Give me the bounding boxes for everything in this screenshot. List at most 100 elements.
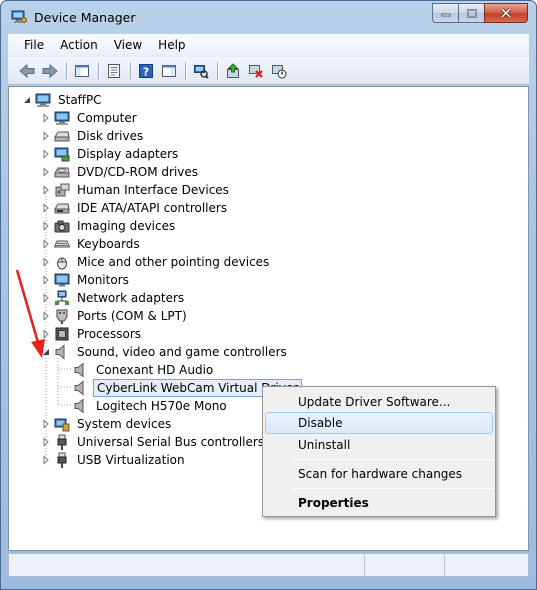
uninstall-icon bbox=[249, 64, 263, 78]
optical-drive-icon bbox=[54, 167, 70, 178]
tree-item-label: Display adapters bbox=[77, 147, 179, 161]
minimize-button[interactable] bbox=[432, 3, 458, 23]
collapsed-arrow-icon bbox=[43, 419, 49, 429]
tree-root[interactable]: StaffPC bbox=[9, 91, 528, 109]
tree-item-label: IDE ATA/ATAPI controllers bbox=[77, 201, 228, 215]
mouse-icon bbox=[57, 257, 67, 270]
usb-plug-icon bbox=[57, 434, 67, 450]
update-driver-button[interactable] bbox=[222, 60, 244, 82]
monitor-icon bbox=[54, 273, 70, 287]
tree-item-mice[interactable]: Mice and other pointing devices bbox=[9, 253, 528, 271]
system-device-icon bbox=[54, 418, 70, 432]
tree-item-label: Ports (COM & LPT) bbox=[77, 309, 187, 323]
tree-item-label: Conexant HD Audio bbox=[96, 363, 214, 377]
menu-action[interactable]: Action bbox=[52, 36, 106, 55]
tree-item-label: DVD/CD-ROM drives bbox=[77, 165, 199, 179]
show-hide-tree-button[interactable] bbox=[71, 60, 93, 82]
menu-file[interactable]: File bbox=[16, 36, 52, 55]
forward-button[interactable] bbox=[39, 60, 61, 82]
tree-item-label: Keyboards bbox=[77, 237, 140, 251]
close-button[interactable] bbox=[484, 3, 528, 23]
tree-item-label: Processors bbox=[77, 327, 142, 341]
uninstall-button[interactable] bbox=[245, 60, 267, 82]
speaker-icon bbox=[55, 344, 65, 360]
tree-item-disk-drives[interactable]: Disk drives bbox=[9, 127, 528, 145]
menu-scan-hardware[interactable]: Scan for hardware changes bbox=[265, 463, 493, 485]
tree-item-label: Imaging devices bbox=[77, 219, 176, 233]
network-icon bbox=[55, 290, 69, 305]
minimize-icon bbox=[441, 13, 450, 17]
tree-item-ports[interactable]: Ports (COM & LPT) bbox=[9, 307, 528, 325]
status-segment bbox=[9, 554, 365, 576]
keyboard-icon bbox=[54, 240, 70, 248]
menu-update-driver[interactable]: Update Driver Software... bbox=[265, 391, 493, 413]
toolbar-separator bbox=[217, 61, 218, 80]
collapsed-arrow-icon bbox=[43, 221, 49, 231]
collapsed-arrow-icon bbox=[43, 455, 49, 465]
collapsed-arrow-icon bbox=[43, 329, 49, 339]
back-icon bbox=[19, 63, 35, 78]
collapsed-arrow-icon bbox=[43, 257, 49, 267]
collapsed-arrow-icon bbox=[43, 113, 49, 123]
title-bar[interactable]: Device Manager bbox=[1, 1, 536, 33]
collapsed-arrow-icon bbox=[43, 131, 49, 141]
computer-icon bbox=[35, 93, 51, 107]
status-bar bbox=[8, 553, 529, 577]
help-icon: ? bbox=[139, 63, 153, 78]
disk-drive-icon bbox=[54, 131, 70, 142]
properties-button[interactable] bbox=[103, 60, 125, 82]
menu-view[interactable]: View bbox=[106, 36, 150, 55]
collapsed-arrow-icon bbox=[43, 437, 49, 447]
context-menu: Update Driver Software... Disable Uninst… bbox=[262, 386, 496, 517]
menu-bar: File Action View Help bbox=[8, 34, 529, 57]
maximize-button[interactable] bbox=[458, 3, 484, 23]
expanded-arrow-icon bbox=[43, 349, 49, 355]
scan-hardware-button[interactable] bbox=[190, 60, 212, 82]
toolbar-separator bbox=[98, 61, 99, 80]
scan-hardware-icon bbox=[194, 64, 209, 79]
toolbar-separator bbox=[130, 61, 131, 80]
tree-item-monitors[interactable]: Monitors bbox=[9, 271, 528, 289]
maximize-icon bbox=[466, 8, 477, 18]
disable-icon bbox=[272, 64, 287, 78]
expanded-arrow-icon bbox=[24, 97, 30, 103]
tree-item-label: USB Virtualization bbox=[77, 453, 185, 467]
status-segment bbox=[365, 554, 445, 576]
forward-icon bbox=[42, 63, 58, 78]
status-segment bbox=[445, 554, 528, 576]
tree-item-imaging[interactable]: Imaging devices bbox=[9, 217, 528, 235]
tree-item-label: Network adapters bbox=[77, 291, 185, 305]
computer-icon bbox=[54, 111, 70, 125]
speaker-icon bbox=[74, 398, 84, 414]
svg-text:?: ? bbox=[143, 65, 149, 78]
tree-item-computer[interactable]: Computer bbox=[9, 109, 528, 127]
tree-item-sound-video-game[interactable]: Sound, video and game controllers bbox=[9, 343, 528, 361]
collapsed-arrow-icon bbox=[43, 203, 49, 213]
tree-item-ide-ata[interactable]: IDE ATA/ATAPI controllers bbox=[9, 199, 528, 217]
tree-item-keyboards[interactable]: Keyboards bbox=[9, 235, 528, 253]
caption-buttons bbox=[432, 3, 528, 23]
menu-disable[interactable]: Disable bbox=[265, 412, 493, 434]
back-button[interactable] bbox=[16, 60, 38, 82]
tree-item-network-adapters[interactable]: Network adapters bbox=[9, 289, 528, 307]
collapsed-arrow-icon bbox=[43, 167, 49, 177]
port-icon bbox=[56, 309, 68, 324]
tree-item-processors[interactable]: Processors bbox=[9, 325, 528, 343]
menu-properties[interactable]: Properties bbox=[265, 492, 493, 514]
toolbar: ? bbox=[8, 57, 529, 85]
update-driver-icon bbox=[227, 62, 239, 78]
collapsed-arrow-icon bbox=[43, 275, 49, 285]
tree-item-display-adapters[interactable]: Display adapters bbox=[9, 145, 528, 163]
disable-button[interactable] bbox=[268, 60, 290, 82]
menu-help[interactable]: Help bbox=[150, 36, 193, 55]
ide-controller-icon bbox=[54, 203, 70, 214]
menu-uninstall[interactable]: Uninstall bbox=[265, 434, 493, 456]
window-title: Device Manager bbox=[34, 10, 136, 25]
help-button[interactable]: ? bbox=[135, 60, 157, 82]
tree-item-label: Monitors bbox=[77, 273, 129, 287]
toolbar-separator bbox=[66, 61, 67, 80]
tree-child-conexant[interactable]: Conexant HD Audio bbox=[9, 361, 528, 379]
tree-item-dvd-cdrom[interactable]: DVD/CD-ROM drives bbox=[9, 163, 528, 181]
action-pane-button[interactable] bbox=[158, 60, 180, 82]
tree-item-hid[interactable]: Human Interface Devices bbox=[9, 181, 528, 199]
